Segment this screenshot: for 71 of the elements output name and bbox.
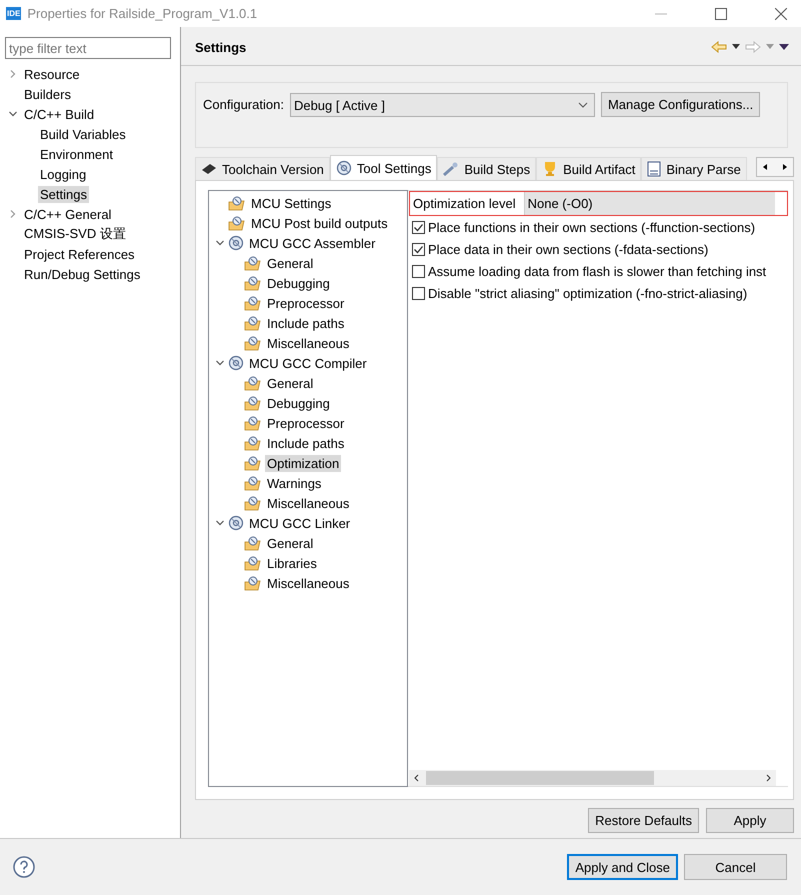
tab[interactable]: Toolchain Version: [195, 157, 330, 180]
checkbox-label: Disable "strict aliasing" optimization (-fno-strict-aliasing): [428, 286, 748, 300]
tree-item[interactable]: Debugging: [265, 274, 332, 292]
tree-item[interactable]: C/C++ General: [22, 206, 114, 222]
tree-item[interactable]: General: [265, 374, 316, 392]
tree-item[interactable]: MCU GCC Linker: [247, 514, 352, 532]
manage-configurations-button[interactable]: Manage Configurations...: [600, 92, 760, 117]
dropdown-caret-icon[interactable]: [732, 44, 740, 50]
help-icon[interactable]: [13, 856, 35, 878]
page-title: Settings: [195, 40, 246, 54]
tab[interactable]: Tool Settings: [330, 155, 438, 180]
collapse-chevron-icon[interactable]: [215, 238, 225, 248]
tree-item[interactable]: Include paths: [265, 434, 346, 452]
tree-item[interactable]: MCU GCC Assembler: [247, 234, 378, 252]
tree-item[interactable]: Debugging: [265, 394, 332, 412]
tab[interactable]: Build Artifact: [536, 157, 642, 180]
tree-item[interactable]: General: [265, 534, 316, 552]
tree-item[interactable]: Libraries: [265, 554, 319, 572]
checkbox-label: Assume loading data from flash is slower than fetching inst: [428, 264, 766, 278]
tree-item[interactable]: Include paths: [265, 314, 346, 332]
checkbox-label: Place functions in their own sections (-ffunction-sections): [428, 220, 756, 234]
tree-item[interactable]: Project References: [22, 246, 137, 262]
checkbox[interactable]: [412, 220, 425, 234]
wand-icon: [443, 162, 460, 176]
tree-item[interactable]: C/C++ Build: [22, 106, 96, 122]
tree-item[interactable]: Miscellaneous: [265, 494, 352, 512]
filter-field[interactable]: type filter text: [5, 37, 171, 59]
tree-item[interactable]: MCU GCC Compiler: [247, 354, 369, 372]
maximize-icon[interactable]: [715, 8, 727, 20]
tree-item[interactable]: CMSIS-SVD 设置: [22, 224, 128, 244]
checkbox-label: Place data in their own sections (-fdata-sections): [428, 242, 708, 256]
tree-item[interactable]: Miscellaneous: [265, 334, 352, 352]
tree-item[interactable]: Resource: [22, 66, 82, 82]
tree-item[interactable]: Miscellaneous: [265, 574, 352, 592]
close-icon[interactable]: [775, 8, 787, 20]
checkbox[interactable]: [412, 242, 425, 256]
horizontal-scrollbar[interactable]: [409, 770, 776, 786]
tree-item[interactable]: Logging: [38, 166, 88, 182]
collapse-chevron-icon[interactable]: [215, 358, 225, 368]
configuration-label: Configuration:: [203, 97, 284, 112]
app-logo: IDE: [6, 7, 22, 20]
expand-chevron-icon[interactable]: [8, 209, 18, 219]
tree-item[interactable]: General: [265, 254, 316, 272]
view-menu-icon[interactable]: [779, 44, 789, 50]
tree-item[interactable]: Environment: [38, 146, 115, 162]
collapse-chevron-icon[interactable]: [8, 109, 18, 119]
checkbox[interactable]: [412, 286, 425, 300]
restore-defaults-button[interactable]: Restore Defaults: [588, 808, 699, 833]
tree-item[interactable]: Settings: [38, 186, 89, 202]
tree-item[interactable]: Optimization: [265, 454, 342, 472]
optimization-dropdown[interactable]: None (-O0): [524, 192, 775, 215]
window-title: Properties for Railside_Program_V1.0.1: [27, 6, 258, 21]
expand-chevron-icon[interactable]: [8, 69, 18, 79]
apply-and-close-button[interactable]: Apply and Close: [567, 854, 678, 880]
tree-item[interactable]: Builders: [22, 86, 73, 102]
tree-item[interactable]: Warnings: [265, 474, 324, 492]
tree-item[interactable]: Preprocessor: [265, 294, 346, 312]
checkbox[interactable]: [412, 264, 425, 278]
tab[interactable]: Binary Parse: [641, 157, 747, 180]
tree-item[interactable]: Run/Debug Settings: [22, 266, 142, 282]
tree-item[interactable]: Preprocessor: [265, 414, 346, 432]
tree-item[interactable]: Build Variables: [38, 126, 128, 142]
cancel-button[interactable]: Cancel: [684, 854, 787, 880]
configuration-dropdown[interactable]: Debug [ Active ]: [290, 93, 595, 117]
tab[interactable]: Build Steps: [437, 157, 536, 180]
binary-file-icon: [647, 161, 662, 177]
dropdown-chevron-icon: [578, 102, 588, 108]
collapse-chevron-icon[interactable]: [215, 518, 225, 528]
apply-button[interactable]: Apply: [706, 808, 794, 833]
tree-item[interactable]: MCU Post build outputs: [249, 214, 390, 232]
tree-item[interactable]: MCU Settings: [249, 194, 334, 212]
